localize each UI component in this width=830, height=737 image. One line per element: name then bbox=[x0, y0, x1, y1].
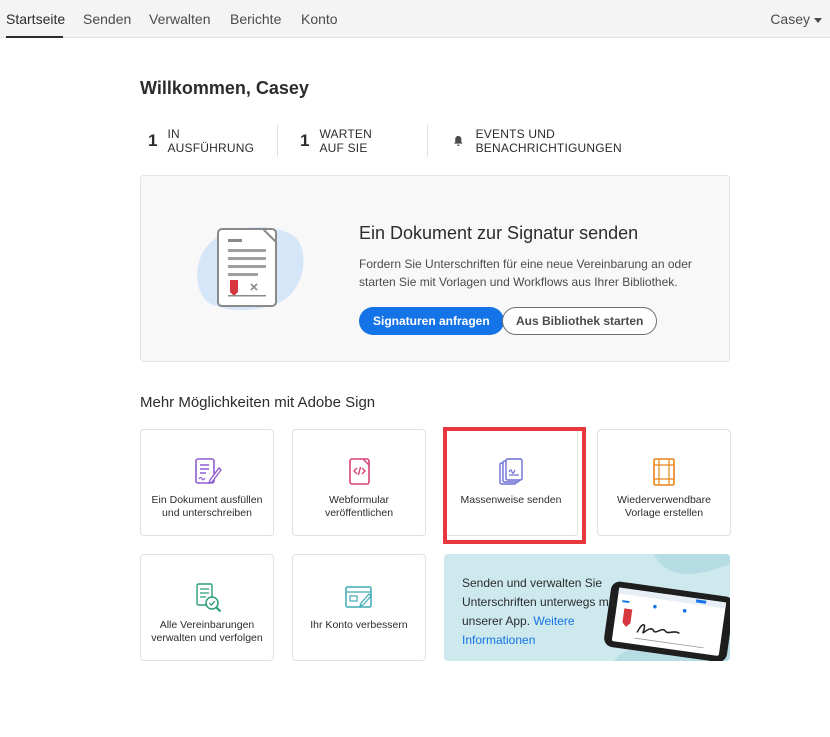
send-for-signature-card: Ein Dokument zur Signatur senden Fordern… bbox=[140, 175, 730, 362]
account-icon bbox=[345, 586, 372, 608]
stat-in-progress[interactable]: 1 IN AUSFÜHRUNG bbox=[148, 125, 254, 157]
card-label: Ihr Konto verbessern bbox=[310, 619, 408, 631]
card-manage-agreements[interactable]: Alle Vereinbarungen verwalten und verfol… bbox=[140, 554, 274, 661]
document-illustration bbox=[197, 227, 304, 311]
card-label: Webformular veröffentlichen bbox=[324, 494, 394, 519]
nav-berichte[interactable]: Berichte bbox=[230, 11, 281, 27]
template-icon bbox=[653, 458, 675, 486]
nav-konto[interactable]: Konto bbox=[301, 11, 338, 27]
card-web-form[interactable]: Webformular veröffentlichen bbox=[292, 429, 426, 536]
mobile-app-promo: Senden und verwalten Sie Unterschriften … bbox=[444, 554, 730, 661]
hero-description: Fordern Sie Unterschriften für eine neue… bbox=[359, 257, 692, 289]
waiting-label: WARTEN AUF SIE bbox=[319, 127, 373, 155]
chevron-down-icon bbox=[814, 17, 822, 23]
waiting-count: 1 bbox=[300, 131, 310, 150]
top-nav: Startseite Senden Verwalten Berichte Kon… bbox=[0, 0, 830, 38]
nav-verwalten[interactable]: Verwalten bbox=[149, 11, 210, 27]
divider bbox=[277, 125, 278, 157]
bulk-send-icon bbox=[499, 458, 523, 485]
in-progress-count: 1 bbox=[148, 131, 158, 150]
card-label: Ein Dokument ausfüllen und unterschreibe… bbox=[151, 494, 263, 519]
start-from-library-button[interactable]: Aus Bibliothek starten bbox=[502, 307, 658, 335]
page-title: Willkommen, Casey bbox=[140, 78, 309, 98]
nav-senden[interactable]: Senden bbox=[83, 11, 131, 27]
section-title: Mehr Möglichkeiten mit Adobe Sign bbox=[140, 394, 376, 411]
user-name: Casey bbox=[770, 11, 810, 27]
active-tab-indicator bbox=[6, 36, 63, 38]
web-form-icon bbox=[349, 458, 370, 485]
hero-title: Ein Dokument zur Signatur senden bbox=[359, 223, 639, 243]
bell-icon bbox=[454, 136, 463, 146]
stat-waiting[interactable]: 1 WARTEN AUF SIE bbox=[300, 125, 372, 157]
nav-startseite[interactable]: Startseite bbox=[6, 11, 65, 27]
card-fill-and-sign[interactable]: Ein Dokument ausfüllen und unterschreibe… bbox=[140, 429, 274, 536]
card-improve-account[interactable]: Ihr Konto verbessern bbox=[292, 554, 426, 661]
fill-sign-icon bbox=[195, 458, 222, 485]
card-label: Massenweise senden bbox=[460, 494, 562, 506]
divider bbox=[427, 125, 428, 157]
card-bulk-send[interactable]: Massenweise senden bbox=[444, 429, 578, 536]
events-label: EVENTS UND BENACHRICHTIGUNGEN bbox=[475, 127, 622, 155]
in-progress-label: IN AUSFÜHRUNG bbox=[167, 127, 255, 155]
promo-text: Senden und verwalten Sie Unterschriften … bbox=[462, 574, 622, 650]
card-reusable-template[interactable]: Wiederverwendbare Vorlage erstellen bbox=[597, 429, 731, 536]
card-label: Alle Vereinbarungen verwalten und verfol… bbox=[151, 619, 263, 644]
manage-agreements-icon bbox=[196, 583, 222, 613]
request-signatures-button[interactable]: Signaturen anfragen bbox=[359, 307, 504, 335]
user-menu[interactable]: Casey bbox=[770, 11, 822, 27]
stat-events[interactable]: EVENTS UND BENACHRICHTIGUNGEN bbox=[453, 125, 627, 157]
card-label: Wiederverwendbare Vorlage erstellen bbox=[617, 494, 711, 519]
